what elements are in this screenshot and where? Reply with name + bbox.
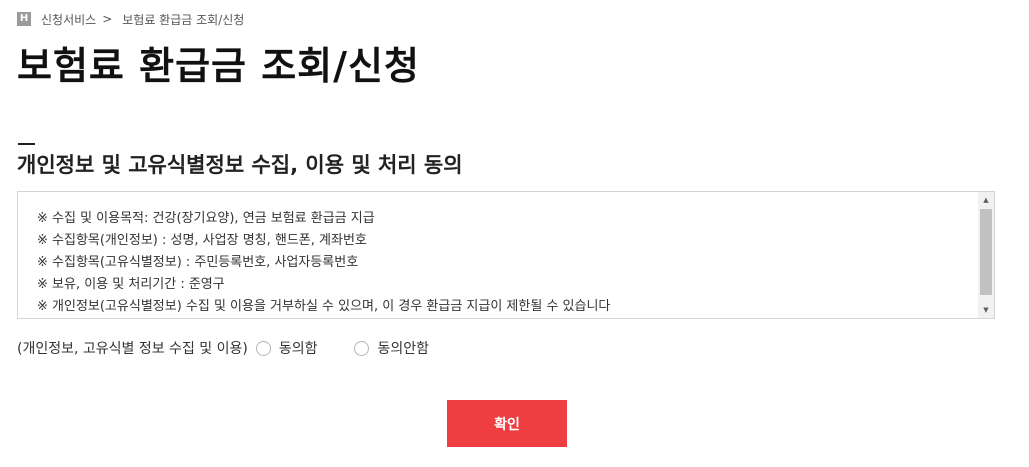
breadcrumb-separator: > (102, 12, 113, 26)
disagree-label[interactable]: 동의안함 (377, 338, 429, 358)
page-title: 보험료 환급금 조회/신청 (17, 44, 420, 88)
terms-line: ※ 수집 및 이용목적: 건강(장기요양), 연금 보험료 환급금 지급 (37, 211, 375, 226)
terms-list: ※ 수집 및 이용목적: 건강(장기요양), 연금 보험료 환급금 지급 ※ 수… (37, 208, 610, 318)
terms-box[interactable]: ※ 수집 및 이용목적: 건강(장기요양), 연금 보험료 환급금 지급 ※ 수… (17, 191, 995, 319)
scroll-down-arrow-icon[interactable]: ▼ (978, 302, 994, 318)
disagree-radio[interactable] (354, 340, 370, 356)
section-title: 개인정보 및 고유식별정보 수집, 이용 및 처리 동의 (17, 153, 463, 177)
consent-row: (개인정보, 고유식별 정보 수집 및 이용) 동의함 동의안함 (17, 337, 429, 359)
breadcrumb: H 신청서비스 > 보험료 환급금 조회/신청 (17, 10, 244, 28)
confirm-button[interactable]: 확인 (447, 400, 567, 447)
terms-line: ※ 수집항목(고유식별정보) : 주민등록번호, 사업자등록번호 (37, 255, 359, 270)
terms-line: ※ 개인정보(고유식별정보) 수집 및 이용을 거부하실 수 있으며, 이 경우… (37, 299, 611, 314)
scroll-up-arrow-icon[interactable]: ▲ (978, 192, 994, 208)
scroll-thumb[interactable] (980, 209, 992, 295)
terms-line: ※ 보유, 이용 및 처리기간 : 준영구 (37, 277, 225, 292)
consent-label: (개인정보, 고유식별 정보 수집 및 이용) (17, 341, 248, 357)
agree-label[interactable]: 동의함 (279, 338, 318, 358)
breadcrumb-item-apply-service[interactable]: 신청서비스 (41, 11, 96, 28)
agree-option[interactable]: 동의함 (255, 338, 318, 358)
terms-line: ※ 수집항목(개인정보) : 성명, 사업장 명칭, 핸드폰, 계좌번호 (37, 233, 367, 248)
agree-radio[interactable] (255, 340, 271, 356)
breadcrumb-item-current: 보험료 환급금 조회/신청 (122, 12, 245, 27)
section-divider (18, 143, 35, 145)
terms-scrollbar[interactable]: ▲ ▼ (978, 192, 994, 318)
home-icon[interactable]: H (17, 12, 31, 26)
disagree-option[interactable]: 동의안함 (354, 338, 429, 358)
